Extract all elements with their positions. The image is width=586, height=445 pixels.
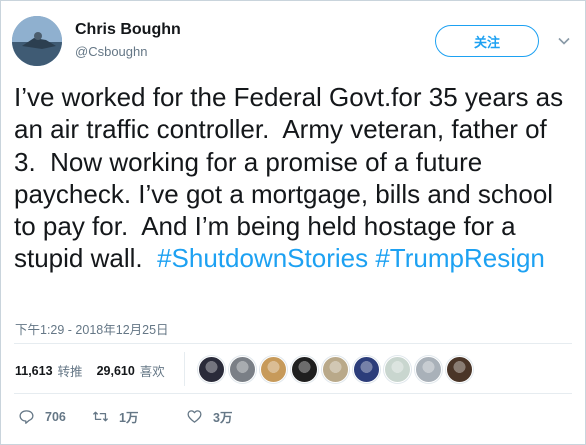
follow-button[interactable]: 关注 — [435, 25, 539, 57]
reply-action[interactable]: 706 — [18, 408, 86, 425]
author-handle[interactable]: @Csboughn — [75, 44, 147, 59]
liker-avatars — [198, 356, 473, 383]
heart-icon — [187, 410, 202, 423]
divider — [14, 343, 572, 344]
tweet-text: I’ve worked for the Federal Govt.for 35 … — [14, 81, 574, 275]
tweet-timestamp[interactable]: 下午1:29 - 2018年12月25日 — [15, 319, 169, 338]
retweets-label[interactable]: 转推 — [58, 361, 83, 380]
retweet-icon — [92, 411, 109, 422]
likes-label[interactable]: 喜欢 — [140, 361, 165, 380]
retweets-count[interactable]: 11,613 — [15, 364, 53, 378]
liker-avatar[interactable] — [353, 356, 380, 383]
liker-avatar[interactable] — [322, 356, 349, 383]
author-avatar[interactable] — [12, 16, 62, 66]
retweet-action[interactable]: 1万 — [92, 407, 178, 426]
chevron-down-icon[interactable] — [556, 33, 572, 49]
liker-avatar[interactable] — [260, 356, 287, 383]
hashtag-link[interactable]: #TrumpResign — [375, 243, 545, 273]
liker-avatar[interactable] — [291, 356, 318, 383]
retweet-count: 1万 — [119, 411, 139, 425]
liker-avatar[interactable] — [384, 356, 411, 383]
author-name[interactable]: Chris Boughn — [75, 21, 181, 39]
tweet-stats: 11,613 转推 29,610 喜欢 — [15, 361, 165, 380]
divider — [14, 393, 572, 394]
tweet-actions: 706 1万 3万 — [18, 407, 232, 426]
like-count: 3万 — [213, 411, 233, 425]
like-action[interactable]: 3万 — [186, 407, 232, 426]
stats-separator — [184, 352, 185, 386]
liker-avatar[interactable] — [229, 356, 256, 383]
liker-avatar[interactable] — [415, 356, 442, 383]
avatar-image — [12, 16, 62, 66]
reply-count: 706 — [45, 409, 66, 424]
reply-icon — [19, 410, 34, 424]
hashtag-link[interactable]: #ShutdownStories — [157, 243, 368, 273]
liker-avatar[interactable] — [446, 356, 473, 383]
liker-avatar[interactable] — [198, 356, 225, 383]
likes-count[interactable]: 29,610 — [97, 364, 135, 378]
